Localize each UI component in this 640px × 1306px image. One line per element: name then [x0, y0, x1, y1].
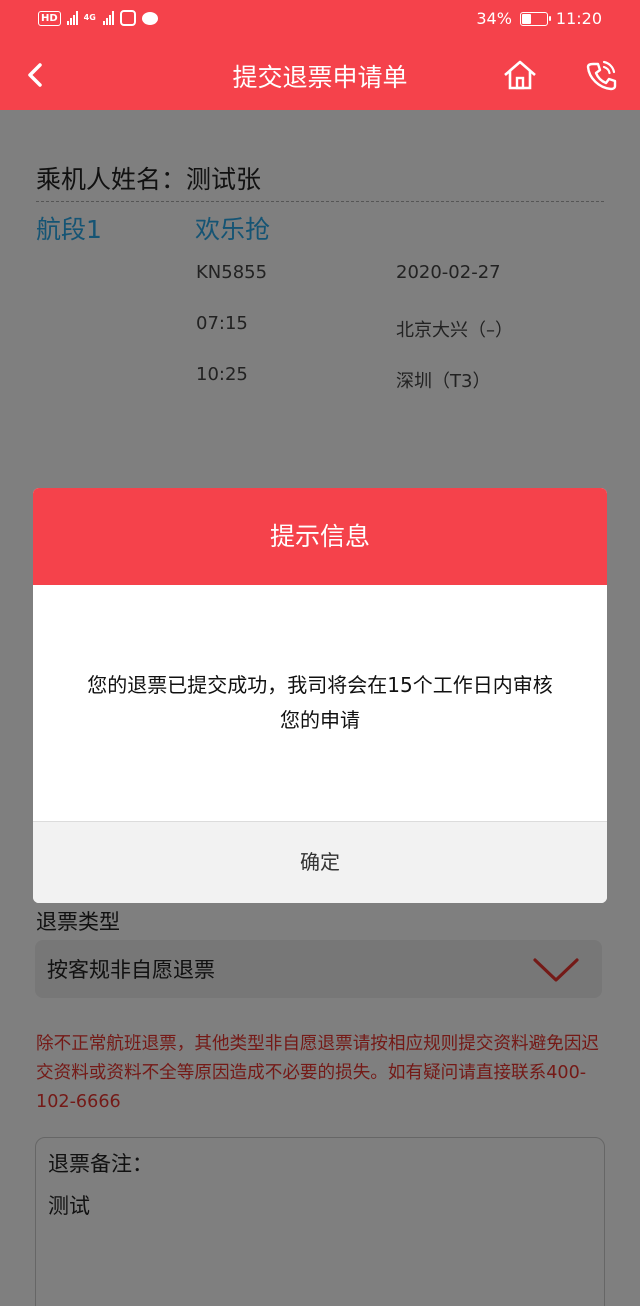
battery-icon: [519, 11, 551, 26]
home-icon: [504, 60, 536, 90]
battery-percent: 34%: [476, 9, 512, 28]
info-dialog: 提示信息 您的退票已提交成功，我司将会在15个工作日内审核您的申请 确定: [33, 488, 607, 903]
page-title: 提交退票申请单: [232, 63, 408, 92]
signal-icon: [66, 11, 78, 25]
phone-button[interactable]: [584, 58, 618, 92]
clock: 11:20: [555, 9, 602, 28]
app-notification-icon: [119, 10, 136, 26]
home-button[interactable]: [502, 58, 538, 92]
chat-notification-icon: [141, 11, 158, 25]
dialog-message: 您的退票已提交成功，我司将会在15个工作日内审核您的申请: [87, 673, 553, 732]
status-icons-left: HD 4G: [38, 10, 158, 26]
phone-icon: [586, 60, 617, 91]
status-icons-right: 34% 11:20: [476, 9, 602, 28]
hd-icon: HD: [38, 10, 61, 26]
app-header: 提交退票申请单: [0, 40, 640, 110]
status-bar: HD 4G 34% 11:20: [0, 0, 640, 40]
battery-fill: [521, 13, 531, 24]
signal-icon-2: [102, 11, 114, 25]
dialog-title: 提示信息: [33, 488, 607, 585]
dialog-body: 您的退票已提交成功，我司将会在15个工作日内审核您的申请: [33, 585, 607, 821]
confirm-button[interactable]: 确定: [33, 821, 607, 903]
network-type-icon: 4G: [83, 13, 96, 22]
